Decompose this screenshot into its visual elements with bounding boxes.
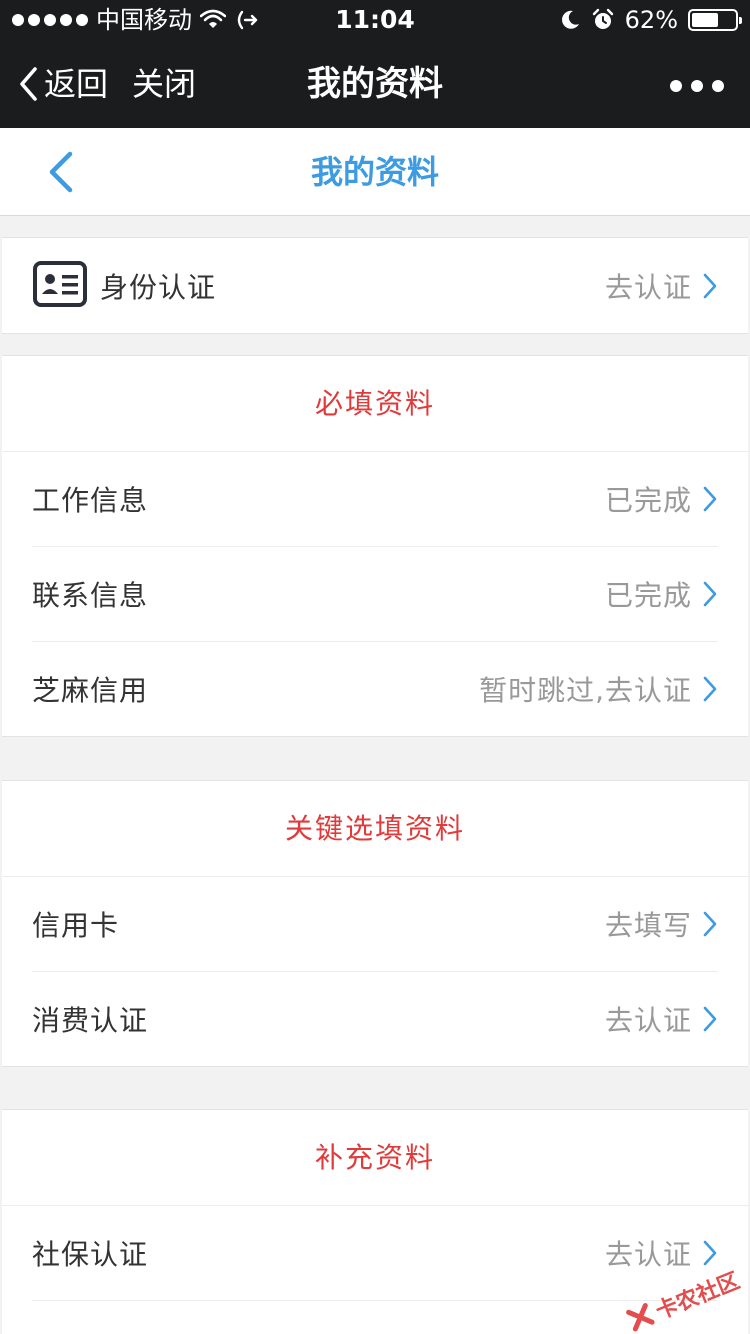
identity-row[interactable]: 身份认证 去认证 — [2, 238, 748, 333]
battery-icon — [688, 9, 742, 31]
chevron-right-icon — [703, 911, 717, 937]
list-item-status: 已完成 — [604, 578, 692, 612]
more-options-icon[interactable] — [670, 80, 724, 92]
list-item-work-info[interactable]: 工作信息 已完成 — [2, 451, 748, 546]
nav-bar: 返回 关闭 我的资料 — [0, 40, 750, 128]
list-item-status: 去认证 — [604, 1237, 692, 1271]
list-item-status: 暂时跳过,去认证 — [479, 673, 692, 707]
chevron-right-icon — [703, 581, 717, 607]
chevron-right-icon — [703, 273, 717, 299]
alarm-icon — [592, 8, 613, 29]
supplementary-section: 补充资料 社保认证 去认证 — [2, 1109, 748, 1334]
page-header: 我的资料 — [0, 128, 750, 216]
list-item-label: 消费认证 — [32, 1003, 149, 1037]
chevron-right-icon — [703, 676, 717, 702]
section-header-supplementary: 补充资料 — [314, 1141, 435, 1174]
page-title: 我的资料 — [310, 153, 439, 191]
list-item-label: 信用卡 — [32, 908, 120, 942]
chevron-right-icon — [703, 1240, 717, 1266]
id-card-icon — [33, 261, 87, 307]
identity-card: 身份认证 去认证 — [2, 237, 748, 334]
chevron-right-icon — [703, 1006, 717, 1032]
chevron-right-icon — [703, 486, 717, 512]
nav-title: 我的资料 — [307, 64, 443, 104]
identity-label: 身份认证 — [100, 270, 217, 304]
list-item-social-security[interactable]: 社保认证 去认证 — [2, 1205, 748, 1300]
moon-icon — [561, 10, 579, 29]
list-item-consumption-auth[interactable]: 消费认证 去认证 — [2, 971, 748, 1066]
list-item-sesame-credit[interactable]: 芝麻信用 暂时跳过,去认证 — [2, 641, 748, 736]
status-right: 62% — [559, 6, 742, 34]
list-item-status: 去填写 — [604, 908, 692, 942]
status-bar: 中国移动 11:04 62% — [0, 0, 750, 40]
required-section: 必填资料 工作信息 已完成 联系信息 已完成 芝麻信用 暂时跳过,去认证 — [2, 355, 748, 737]
list-item-label: 社保认证 — [32, 1237, 149, 1271]
key-optional-section: 关键选填资料 信用卡 去填写 消费认证 去认证 — [2, 780, 748, 1067]
list-item-label: 芝麻信用 — [32, 673, 149, 707]
section-header-required: 必填资料 — [314, 387, 435, 420]
list-item-label: 联系信息 — [32, 578, 149, 612]
battery-percent: 62% — [624, 6, 678, 34]
battery-fill — [692, 13, 719, 27]
list-item-label: 工作信息 — [32, 483, 149, 517]
list-item-status: 去认证 — [604, 1003, 692, 1037]
list-item-credit-card[interactable]: 信用卡 去填写 — [2, 876, 748, 971]
identity-status: 去认证 — [604, 270, 692, 304]
section-header-key-optional: 关键选填资料 — [284, 812, 465, 845]
list-item-status: 已完成 — [604, 483, 692, 517]
list-item-contact-info[interactable]: 联系信息 已完成 — [2, 546, 748, 641]
screen: 中国移动 11:04 62% 返回 关闭 我的资料 我的资料 身份认证 去认证 … — [0, 0, 750, 1334]
